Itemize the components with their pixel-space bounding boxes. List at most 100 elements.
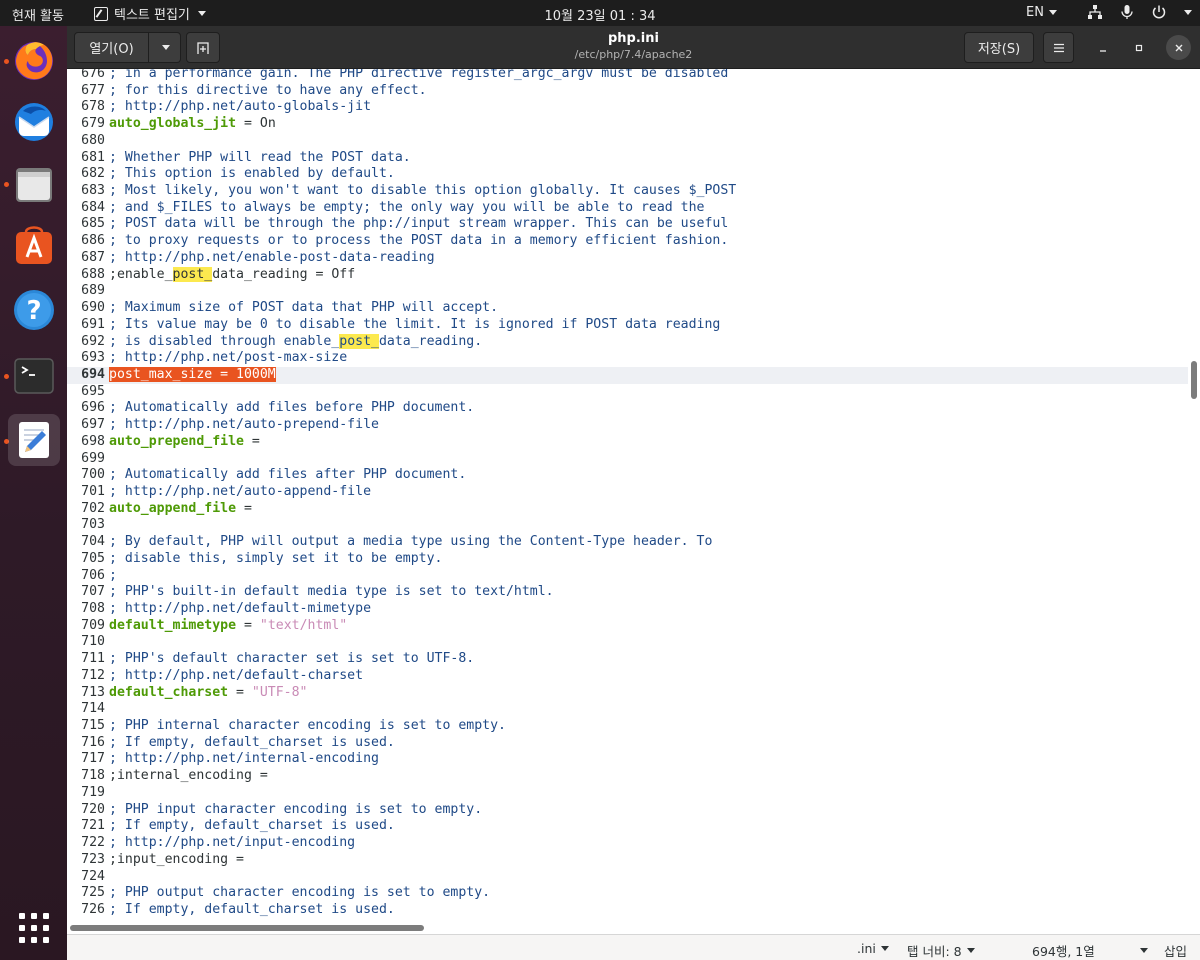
line-number: 718 — [81, 768, 105, 784]
line-content: ; http://php.net/auto-append-file — [109, 484, 371, 501]
clock[interactable]: 10월 23일 01 : 34 — [545, 9, 656, 24]
language-selector[interactable]: .ini — [857, 941, 889, 956]
vertical-scrollbar-thumb[interactable] — [1191, 361, 1197, 399]
code-line[interactable]: 709 default_mimetype = "text/html" — [67, 618, 1188, 635]
code-line[interactable]: 691; Its value may be 0 to disable the l… — [67, 317, 1188, 334]
code-line[interactable]: 718 ;internal_encoding = — [67, 768, 1188, 785]
code-line[interactable]: 701; http://php.net/auto-append-file — [67, 484, 1188, 501]
app-menu[interactable]: 텍스트 편집기 — [94, 4, 206, 23]
open-recent-menu-button[interactable] — [149, 32, 181, 63]
code-line[interactable]: 683; Most likely, you won't want to disa… — [67, 183, 1188, 200]
maximize-button[interactable] — [1127, 36, 1151, 60]
code-line[interactable]: 723 ;input_encoding = — [67, 852, 1188, 869]
code-line[interactable]: 695 — [67, 384, 1188, 401]
code-line[interactable]: 715; PHP internal character encoding is … — [67, 718, 1188, 735]
comment-text: ; http://php.net/auto-append-file — [109, 483, 372, 499]
minimize-button[interactable] — [1091, 36, 1115, 60]
search-match: post_ — [339, 333, 379, 349]
code-line[interactable]: 697; http://php.net/auto-prepend-file — [67, 417, 1188, 434]
maximize-icon — [1135, 44, 1143, 52]
text-editor-view[interactable]: 676 ; in a performance gain. The PHP dire… — [67, 69, 1188, 920]
code-line[interactable]: 707; PHP's built-in default media type i… — [67, 584, 1188, 601]
line-content: default_charset = "UTF-8" — [109, 685, 308, 702]
code-line[interactable]: 692; is disabled through enable_post_dat… — [67, 333, 1188, 351]
system-menu[interactable] — [1086, 3, 1192, 21]
code-line[interactable]: 719 — [67, 785, 1188, 802]
horizontal-scrollbar[interactable] — [67, 920, 1200, 934]
code-line[interactable]: 693; http://php.net/post-max-size — [67, 350, 1188, 367]
activities-button[interactable]: 현재 활동 — [12, 5, 64, 24]
show-apps-icon[interactable] — [8, 902, 60, 954]
code-line[interactable]: 686; to proxy requests or to process the… — [67, 233, 1188, 250]
code-line[interactable]: 710 — [67, 634, 1188, 651]
code-line[interactable]: 698 auto_prepend_file = — [67, 434, 1188, 451]
line-number: 701 — [81, 483, 105, 499]
code-line[interactable]: 704; By default, PHP will output a media… — [67, 534, 1188, 551]
code-line[interactable]: 699 — [67, 451, 1188, 468]
code-line[interactable]: 712; http://php.net/default-charset — [67, 668, 1188, 685]
code-line[interactable]: 678; http://php.net/auto-globals-jit — [67, 99, 1188, 116]
code-line[interactable]: 694 post_max_size = 1000M — [67, 366, 1188, 384]
input-method-menu[interactable]: EN — [1026, 5, 1057, 20]
code-line[interactable]: 714 — [67, 701, 1188, 718]
code-line[interactable]: 680 — [67, 133, 1188, 150]
code-line[interactable]: 717; http://php.net/internal-encoding — [67, 751, 1188, 768]
chevron-down-icon — [1184, 9, 1192, 15]
comment-text: ; disable this, simply set it to be empt… — [109, 550, 443, 566]
line-number: 684 — [81, 199, 105, 215]
line-content: ; http://php.net/auto-prepend-file — [109, 417, 379, 434]
code-line[interactable]: 713 default_charset = "UTF-8" — [67, 685, 1188, 702]
code-line[interactable]: 722; http://php.net/input-encoding — [67, 835, 1188, 852]
line-number: 689 — [81, 283, 105, 299]
code-line[interactable]: 681; Whether PHP will read the POST data… — [67, 150, 1188, 167]
code-line[interactable]: 716; If empty, default_charset is used. — [67, 735, 1188, 752]
close-button[interactable] — [1166, 35, 1191, 60]
code-line[interactable]: 711; PHP's default character set is set … — [67, 651, 1188, 668]
code-line[interactable]: 685; POST data will be through the php:/… — [67, 216, 1188, 233]
code-line[interactable]: 721; If empty, default_charset is used. — [67, 818, 1188, 835]
main-menu-button[interactable] — [1043, 32, 1074, 63]
code-line[interactable]: 725; PHP output character encoding is se… — [67, 885, 1188, 902]
terminal-icon[interactable] — [8, 350, 60, 402]
code-line[interactable]: 690; Maximum size of POST data that PHP … — [67, 300, 1188, 317]
comment-text: ; If empty, default_charset is used. — [109, 901, 395, 917]
new-tab-button[interactable] — [186, 32, 220, 63]
code-line[interactable]: 706; — [67, 568, 1188, 585]
firefox-icon[interactable] — [8, 34, 60, 86]
code-line[interactable]: 702 auto_append_file = — [67, 501, 1188, 518]
line-number: 702 — [81, 500, 105, 516]
code-line[interactable]: 726; If empty, default_charset is used. — [67, 902, 1188, 919]
text-editor-icon[interactable] — [8, 414, 60, 466]
code-line[interactable]: 682; This option is enabled by default. — [67, 166, 1188, 183]
open-button[interactable]: 열기(O) — [74, 32, 149, 63]
code-line[interactable]: 688 ;enable_post_data_reading = Off — [67, 266, 1188, 284]
line-content: ; to proxy requests or to process the PO… — [109, 233, 728, 250]
code-line[interactable]: 708 ; http://php.net/default-mimetype — [67, 601, 1188, 618]
horizontal-scrollbar-thumb[interactable] — [70, 925, 424, 931]
software-icon[interactable] — [8, 220, 60, 272]
code-line[interactable]: 684; and $_FILES to always be empty; the… — [67, 200, 1188, 217]
code-text: ;input_encoding = — [109, 851, 244, 867]
code-line[interactable]: 687; http://php.net/enable-post-data-rea… — [67, 250, 1188, 267]
code-line[interactable]: 700; Automatically add files after PHP d… — [67, 467, 1188, 484]
code-line[interactable]: 677; for this directive to have any effe… — [67, 83, 1188, 100]
code-line[interactable]: 676 ; in a performance gain. The PHP dire… — [67, 69, 1188, 83]
line-number: 678 — [81, 99, 105, 115]
line-content: ; PHP's built-in default media type is s… — [109, 584, 554, 601]
help-icon[interactable]: ? — [8, 284, 60, 336]
code-line[interactable]: 689 — [67, 283, 1188, 300]
code-line[interactable]: 679 auto_globals_jit = On — [67, 116, 1188, 133]
code-line[interactable]: 703 — [67, 517, 1188, 534]
thunderbird-icon[interactable] — [8, 96, 60, 148]
tab-width-selector[interactable]: 탭 너비: 8 — [907, 941, 975, 960]
vertical-scrollbar[interactable] — [1188, 69, 1200, 920]
code-line[interactable]: 696; Automatically add files before PHP … — [67, 400, 1188, 417]
save-button[interactable]: 저장(S) — [964, 32, 1034, 63]
comment-text: ; PHP's default character set is set to … — [109, 651, 475, 667]
cursor-position-selector[interactable]: 694행, 1열 — [1032, 941, 1148, 960]
comment-text: ; If empty, default_charset is used. — [109, 734, 395, 750]
code-line[interactable]: 724 — [67, 869, 1188, 886]
files-icon[interactable] — [8, 158, 60, 210]
code-line[interactable]: 720; PHP input character encoding is set… — [67, 802, 1188, 819]
code-line[interactable]: 705; disable this, simply set it to be e… — [67, 551, 1188, 568]
